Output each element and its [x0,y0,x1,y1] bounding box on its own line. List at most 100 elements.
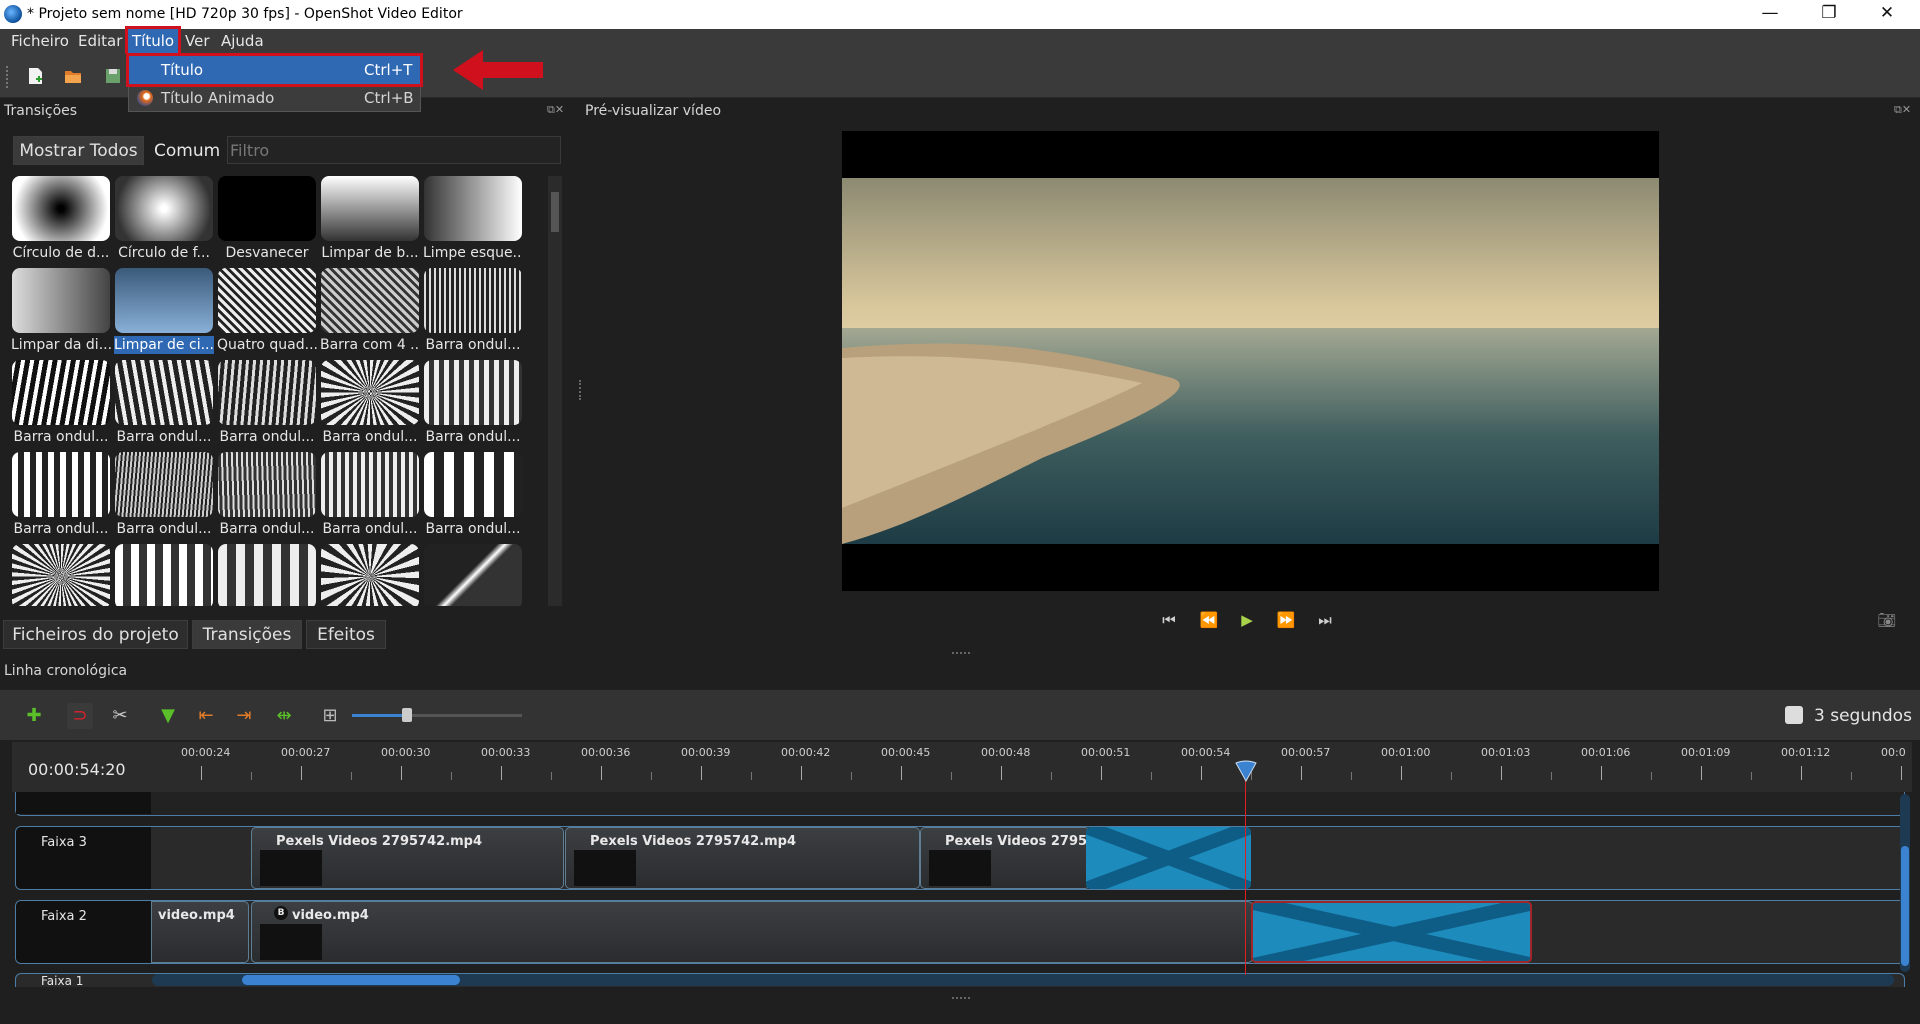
transition-item[interactable]: Limpar da di... [11,268,111,360]
scrollbar-thumb[interactable] [1901,846,1909,966]
menu-ajuda[interactable]: Ajuda [217,29,268,54]
ruler-subtick [1851,772,1852,780]
preview-float-close-icons[interactable]: ⧉✕ [1894,103,1911,117]
timeline-h-scrollbar[interactable] [152,974,1894,986]
transition-item[interactable] [217,544,317,606]
transition-item[interactable]: Barra ondul... [423,360,523,452]
ruler-tick-label: 00:00:42 [781,746,831,759]
menu-item-titulo[interactable]: Título Ctrl+T [126,53,423,87]
splitter-handle[interactable] [952,652,970,655]
transition-label: Barra com 4 ... [320,337,420,353]
transition-item[interactable]: Quatro quad... [217,268,317,360]
ruler-tick-label: 00:0 [1881,746,1906,759]
menu-ver[interactable]: Ver [181,29,214,54]
fast-forward-button[interactable]: ⏩ [1273,609,1299,631]
clip-label: video.mp4 [158,908,235,923]
maximize-button[interactable]: ❐ [1800,0,1858,29]
splitter-handle[interactable] [579,380,583,400]
transition-item[interactable]: Barra ondul... [423,452,523,544]
clip-video-2[interactable]: B video.mp4 [251,901,1253,963]
filter-input[interactable]: Filtro [227,136,561,164]
rewind-button[interactable]: ⏪ [1196,609,1222,631]
tab-transitions[interactable]: Transições [192,620,302,649]
transition-item[interactable]: Barra ondul... [11,360,111,452]
add-track-icon[interactable]: ✚ [21,703,47,729]
transition-item[interactable]: Barra ondul... [217,360,317,452]
new-project-icon[interactable] [25,66,45,86]
scrollbar-thumb[interactable] [551,192,559,232]
transition-item[interactable] [114,544,214,606]
transitions-grid: Círculo de d... Círculo de f... Desvanecer… [11,176,526,606]
clip-pexels-2[interactable]: Pexels Videos 2795742.mp4 [565,827,920,889]
transition-item[interactable]: Desvanecer [217,176,317,268]
jump-end-button[interactable]: ⏭ [1312,609,1338,631]
transitions-scrollbar[interactable] [548,176,562,606]
tab-project-files[interactable]: Ficheiros do projeto [3,620,188,649]
scrollbar-thumb[interactable] [242,975,460,985]
ruler-tick [201,766,202,780]
ruler-tick-label: 00:01:12 [1781,746,1831,759]
splitter-handle[interactable] [952,997,970,1000]
ruler-tick [701,766,702,780]
transition-block[interactable] [1251,901,1532,963]
menu-titulo[interactable]: Título [124,26,182,57]
snap-magnet-icon[interactable]: ⊃ [67,703,93,729]
filter-show-all-button[interactable]: Mostrar Todos [13,136,144,165]
clip-video-1[interactable]: video.mp4 [151,901,249,963]
panel-float-close-icons[interactable]: ⧉✕ [547,103,564,117]
camera-icon[interactable]: 📷︎ [1874,609,1900,631]
zoom-slider-handle[interactable] [402,708,412,722]
jump-start-button[interactable]: ⏮ [1156,609,1182,631]
transition-label: Limpar da di... [11,337,111,353]
save-project-icon[interactable] [103,66,123,86]
transition-thumbnail [321,360,419,425]
filter-common-button[interactable]: Comum [154,141,220,161]
clip-pexels-3[interactable]: Pexels Videos 2795742.r [920,827,1090,889]
close-button[interactable]: ✕ [1858,0,1916,29]
transition-item[interactable]: Barra ondul... [320,360,420,452]
ruler-tick-label: 00:00:24 [181,746,231,759]
transition-item[interactable] [11,544,111,606]
transition-item[interactable]: Barra ondul... [423,268,523,360]
transition-item[interactable] [423,544,523,606]
transition-item[interactable]: Círculo de f... [114,176,214,268]
transition-item[interactable]: Barra ondul... [114,452,214,544]
clip-pexels-1[interactable]: Pexels Videos 2795742.mp4 [251,827,564,889]
transition-item[interactable]: Barra ondul... [320,452,420,544]
minimize-button[interactable]: — [1741,0,1799,29]
play-button[interactable]: ▶ [1234,609,1260,631]
transition-item[interactable]: Barra ondul... [11,452,111,544]
transition-item[interactable] [320,544,420,606]
menu-editar[interactable]: Editar [74,29,126,54]
previous-marker-icon[interactable]: ⇤ [193,703,219,729]
transition-label: Barra ondul... [13,429,109,445]
ruler-subtick [451,772,452,780]
transition-label: Barra ondul... [116,521,212,537]
open-project-icon[interactable] [63,66,83,86]
track-faixa-2[interactable]: Faixa 2 video.mp4 B video.mp4 [15,900,1905,964]
transition-item[interactable]: Limpar de b... [320,176,420,268]
transition-item[interactable]: Círculo de d... [11,176,111,268]
ruler-tick [1301,766,1302,780]
transition-item[interactable]: Barra com 4 ... [320,268,420,360]
transition-item[interactable]: Limpar de ci... [114,268,214,360]
tab-effects[interactable]: Efeitos [306,620,386,649]
razor-icon[interactable]: ✂ [107,703,133,729]
ruler-tick [401,766,402,780]
zoom-fit-icon[interactable]: ⊞ [317,703,343,729]
transition-item[interactable]: Limpe esque... [423,176,523,268]
menu-ficheiro[interactable]: Ficheiro [7,29,73,54]
transition-item[interactable]: Barra ondul... [217,452,317,544]
next-marker-icon[interactable]: ⇥ [231,703,257,729]
center-playhead-icon[interactable]: ⇹ [271,703,297,729]
timeline-v-scrollbar[interactable] [1900,794,1910,972]
transition-block[interactable] [1086,827,1251,889]
add-marker-icon[interactable]: ▼ [155,703,181,729]
track-faixa-3[interactable]: Faixa 3 Pexels Videos 2795742.mp4 Pexels… [15,826,1905,890]
playhead-handle[interactable] [1234,759,1258,783]
menu-item-titulo-animado[interactable]: Título Animado Ctrl+B [129,84,420,112]
timeline-ruler[interactable]: 00:00:24 00:00:27 00:00:30 00:00:33 00:00:36… [12,742,1912,792]
transition-item[interactable]: Barra ondul... [114,360,214,452]
ruler-tick-label: 00:01:00 [1381,746,1431,759]
transition-label: Barra ondul... [425,337,521,353]
